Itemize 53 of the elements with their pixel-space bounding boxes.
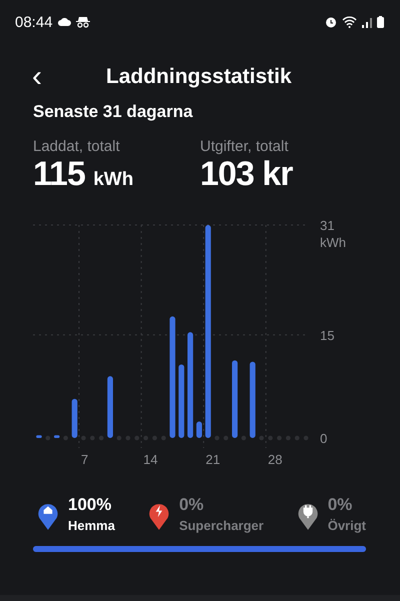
- source-label: Supercharger: [179, 518, 264, 533]
- x-tick-label: 7: [81, 452, 88, 467]
- empty-day-dot: [286, 436, 290, 440]
- total-label: Utgifter, totalt: [200, 138, 290, 155]
- empty-day-dot: [144, 436, 148, 440]
- unit-label: kWh: [320, 235, 346, 250]
- chart-bar: [54, 435, 60, 438]
- empty-day-dot: [46, 436, 50, 440]
- source-label: Övrigt: [328, 518, 366, 533]
- clock: 08:44: [15, 14, 53, 30]
- battery-icon: [377, 16, 384, 28]
- share-percent: 0%: [179, 494, 205, 516]
- incognito-icon: [76, 16, 90, 28]
- empty-day-dot: [304, 436, 308, 440]
- empty-day-dot: [161, 436, 166, 440]
- source-label: Hemma: [68, 518, 115, 533]
- y-tick-label: 15: [320, 328, 334, 343]
- empty-day-dot: [259, 436, 264, 440]
- signal-icon: [362, 16, 372, 28]
- empty-day-dot: [116, 436, 122, 440]
- chart-bar: [36, 435, 42, 438]
- total-value: 103 kr: [200, 155, 294, 194]
- x-tick-label: 21: [206, 452, 220, 467]
- share-percent: 100%: [68, 494, 112, 516]
- period-label: Senaste 31 dagarna: [33, 102, 194, 122]
- empty-day-dot: [268, 436, 273, 440]
- x-tick-label: 28: [268, 452, 282, 467]
- empty-day-dot: [241, 436, 246, 440]
- empty-day-dot: [134, 436, 140, 440]
- chart-bar: [72, 398, 78, 438]
- y-tick-label: 31: [320, 218, 334, 233]
- total-label: Laddat, totalt: [33, 138, 121, 155]
- empty-day-dot: [214, 436, 220, 440]
- page-title: Laddningsstatistik: [106, 65, 293, 89]
- wifi-icon: [342, 16, 357, 28]
- chart-bar: [196, 422, 202, 438]
- x-tick-label: 14: [143, 452, 158, 467]
- share-percent: 0%: [328, 494, 354, 516]
- empty-day-dot: [90, 436, 95, 440]
- cloud-icon: [58, 18, 71, 26]
- empty-day-dot: [294, 436, 300, 440]
- chart-bar: [107, 376, 113, 438]
- empty-day-dot: [224, 436, 228, 440]
- total-value: 115 kWh: [33, 155, 134, 194]
- empty-day-dot: [63, 436, 68, 440]
- empty-day-dot: [277, 436, 282, 440]
- y-tick-label: 0: [320, 431, 328, 446]
- alarm-icon: [325, 16, 337, 28]
- back-button[interactable]: ‹: [28, 63, 46, 91]
- empty-day-dot: [99, 436, 104, 440]
- empty-day-dot: [81, 436, 86, 440]
- empty-day-dot: [152, 436, 157, 440]
- empty-day-dot: [126, 436, 130, 440]
